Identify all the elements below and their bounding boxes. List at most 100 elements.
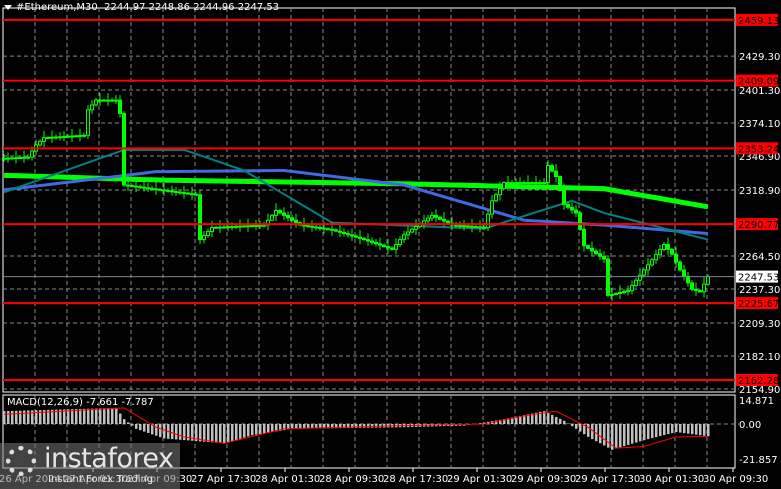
- candle-body: [618, 292, 622, 295]
- macd-histogram-bar: [119, 413, 122, 424]
- candle-body: [698, 290, 702, 293]
- candle-body: [378, 243, 382, 246]
- candle-body: [238, 225, 242, 228]
- candle-body: [382, 244, 386, 248]
- macd-histogram-bar: [127, 422, 130, 424]
- candle-body: [354, 235, 358, 238]
- macd-histogram-bar: [659, 424, 662, 437]
- macd-histogram-bar: [95, 408, 98, 424]
- candle-body: [662, 243, 666, 251]
- candle-body: [74, 135, 78, 138]
- macd-histogram-bar: [619, 424, 622, 448]
- candle-body: [262, 224, 266, 227]
- candle-body: [390, 247, 394, 250]
- candle-body: [410, 228, 414, 233]
- candle-body: [98, 99, 102, 102]
- macd-histogram-bar: [99, 408, 102, 424]
- macd-histogram-bar: [267, 424, 270, 433]
- macd-histogram-bar: [79, 408, 82, 424]
- candle-body: [234, 225, 238, 228]
- candle-body: [506, 182, 510, 185]
- candle-body: [322, 227, 326, 230]
- y-tick-label: 2318.90: [739, 186, 780, 197]
- candle-body: [550, 165, 554, 172]
- macd-histogram-bar: [219, 424, 222, 443]
- candle-body: [230, 226, 234, 229]
- macd-histogram-bar: [675, 424, 678, 433]
- macd-histogram-bar: [643, 424, 646, 441]
- macd-histogram-bar: [699, 424, 702, 436]
- macd-histogram-bar: [363, 424, 366, 428]
- macd-histogram-bar: [567, 423, 570, 424]
- candle-body: [174, 190, 178, 193]
- candle-body: [570, 206, 574, 211]
- candle-body: [502, 182, 506, 190]
- macd-histogram-bar: [367, 424, 370, 428]
- macd-histogram-bar: [271, 424, 274, 433]
- candle-body: [666, 243, 670, 250]
- macd-histogram-bar: [23, 410, 26, 424]
- x-tick-label: 29 Apr 17:30: [575, 474, 640, 485]
- chart-header: #Ethereum,M30 2244.97 2248.86 2244.96 22…: [4, 2, 279, 13]
- candle-body: [342, 231, 346, 235]
- candle-body: [534, 182, 538, 185]
- macd-histogram-bar: [703, 424, 706, 436]
- x-tick-label: 29 Apr 01:30: [447, 474, 512, 485]
- macd-histogram-bar: [667, 424, 670, 435]
- candle-body: [38, 140, 42, 146]
- level-label: 2353.24: [738, 144, 779, 155]
- candle-body: [242, 225, 246, 228]
- macd-histogram-bar: [235, 424, 238, 440]
- candle-body: [446, 220, 450, 224]
- macd-histogram-bar: [3, 411, 6, 424]
- candle-body: [2, 157, 6, 160]
- level-label: 2225.67: [738, 299, 779, 310]
- candle-body: [286, 214, 290, 219]
- candle-body: [498, 188, 502, 196]
- candle-body: [170, 190, 174, 193]
- candle-body: [398, 239, 402, 245]
- macd-histogram-bar: [627, 424, 630, 445]
- macd-histogram-bar: [103, 408, 106, 424]
- macd-histogram-bar: [563, 420, 566, 424]
- macd-histogram-bar: [147, 424, 150, 433]
- current-price-label: 2247.53: [738, 273, 779, 284]
- collapse-triangle-icon[interactable]: [4, 4, 12, 10]
- x-tick-label: 28 Apr 09:30: [319, 474, 384, 485]
- candle-body: [494, 194, 498, 202]
- candle-body: [690, 282, 694, 290]
- macd-histogram-bar: [603, 424, 606, 446]
- price-chart[interactable]: 2429.302401.302374.102346.902318.902264.…: [0, 0, 781, 489]
- candle-body: [522, 182, 526, 185]
- macd-histogram-bar: [135, 424, 138, 429]
- candle-body: [50, 136, 54, 139]
- macd-histogram-bar: [547, 413, 550, 424]
- macd-histogram-bar: [655, 424, 658, 438]
- candle-body: [430, 214, 434, 219]
- candle-body: [102, 99, 106, 102]
- candle-body: [22, 156, 26, 159]
- macd-histogram-bar: [87, 408, 90, 424]
- macd-histogram-bar: [11, 410, 14, 424]
- candle-body: [614, 292, 618, 295]
- candle-body: [562, 189, 566, 205]
- candle-body: [54, 136, 58, 139]
- candle-body: [330, 228, 334, 231]
- candle-body: [306, 225, 310, 228]
- candle-body: [630, 284, 634, 292]
- macd-histogram-bar: [203, 424, 206, 442]
- candle-body: [166, 189, 170, 192]
- candle-body: [318, 226, 322, 229]
- candle-body: [294, 219, 298, 224]
- macd-histogram-bar: [163, 424, 166, 439]
- candle-body: [150, 187, 154, 190]
- candle-body: [590, 247, 594, 252]
- macd-histogram-bar: [215, 424, 218, 443]
- candle-body: [566, 203, 570, 208]
- candle-body: [78, 135, 82, 138]
- candle-body: [182, 192, 186, 195]
- x-tick-label: 28 Apr 17:30: [383, 474, 448, 485]
- candle-body: [82, 134, 86, 137]
- candle-body: [402, 234, 406, 241]
- candle-body: [202, 235, 206, 241]
